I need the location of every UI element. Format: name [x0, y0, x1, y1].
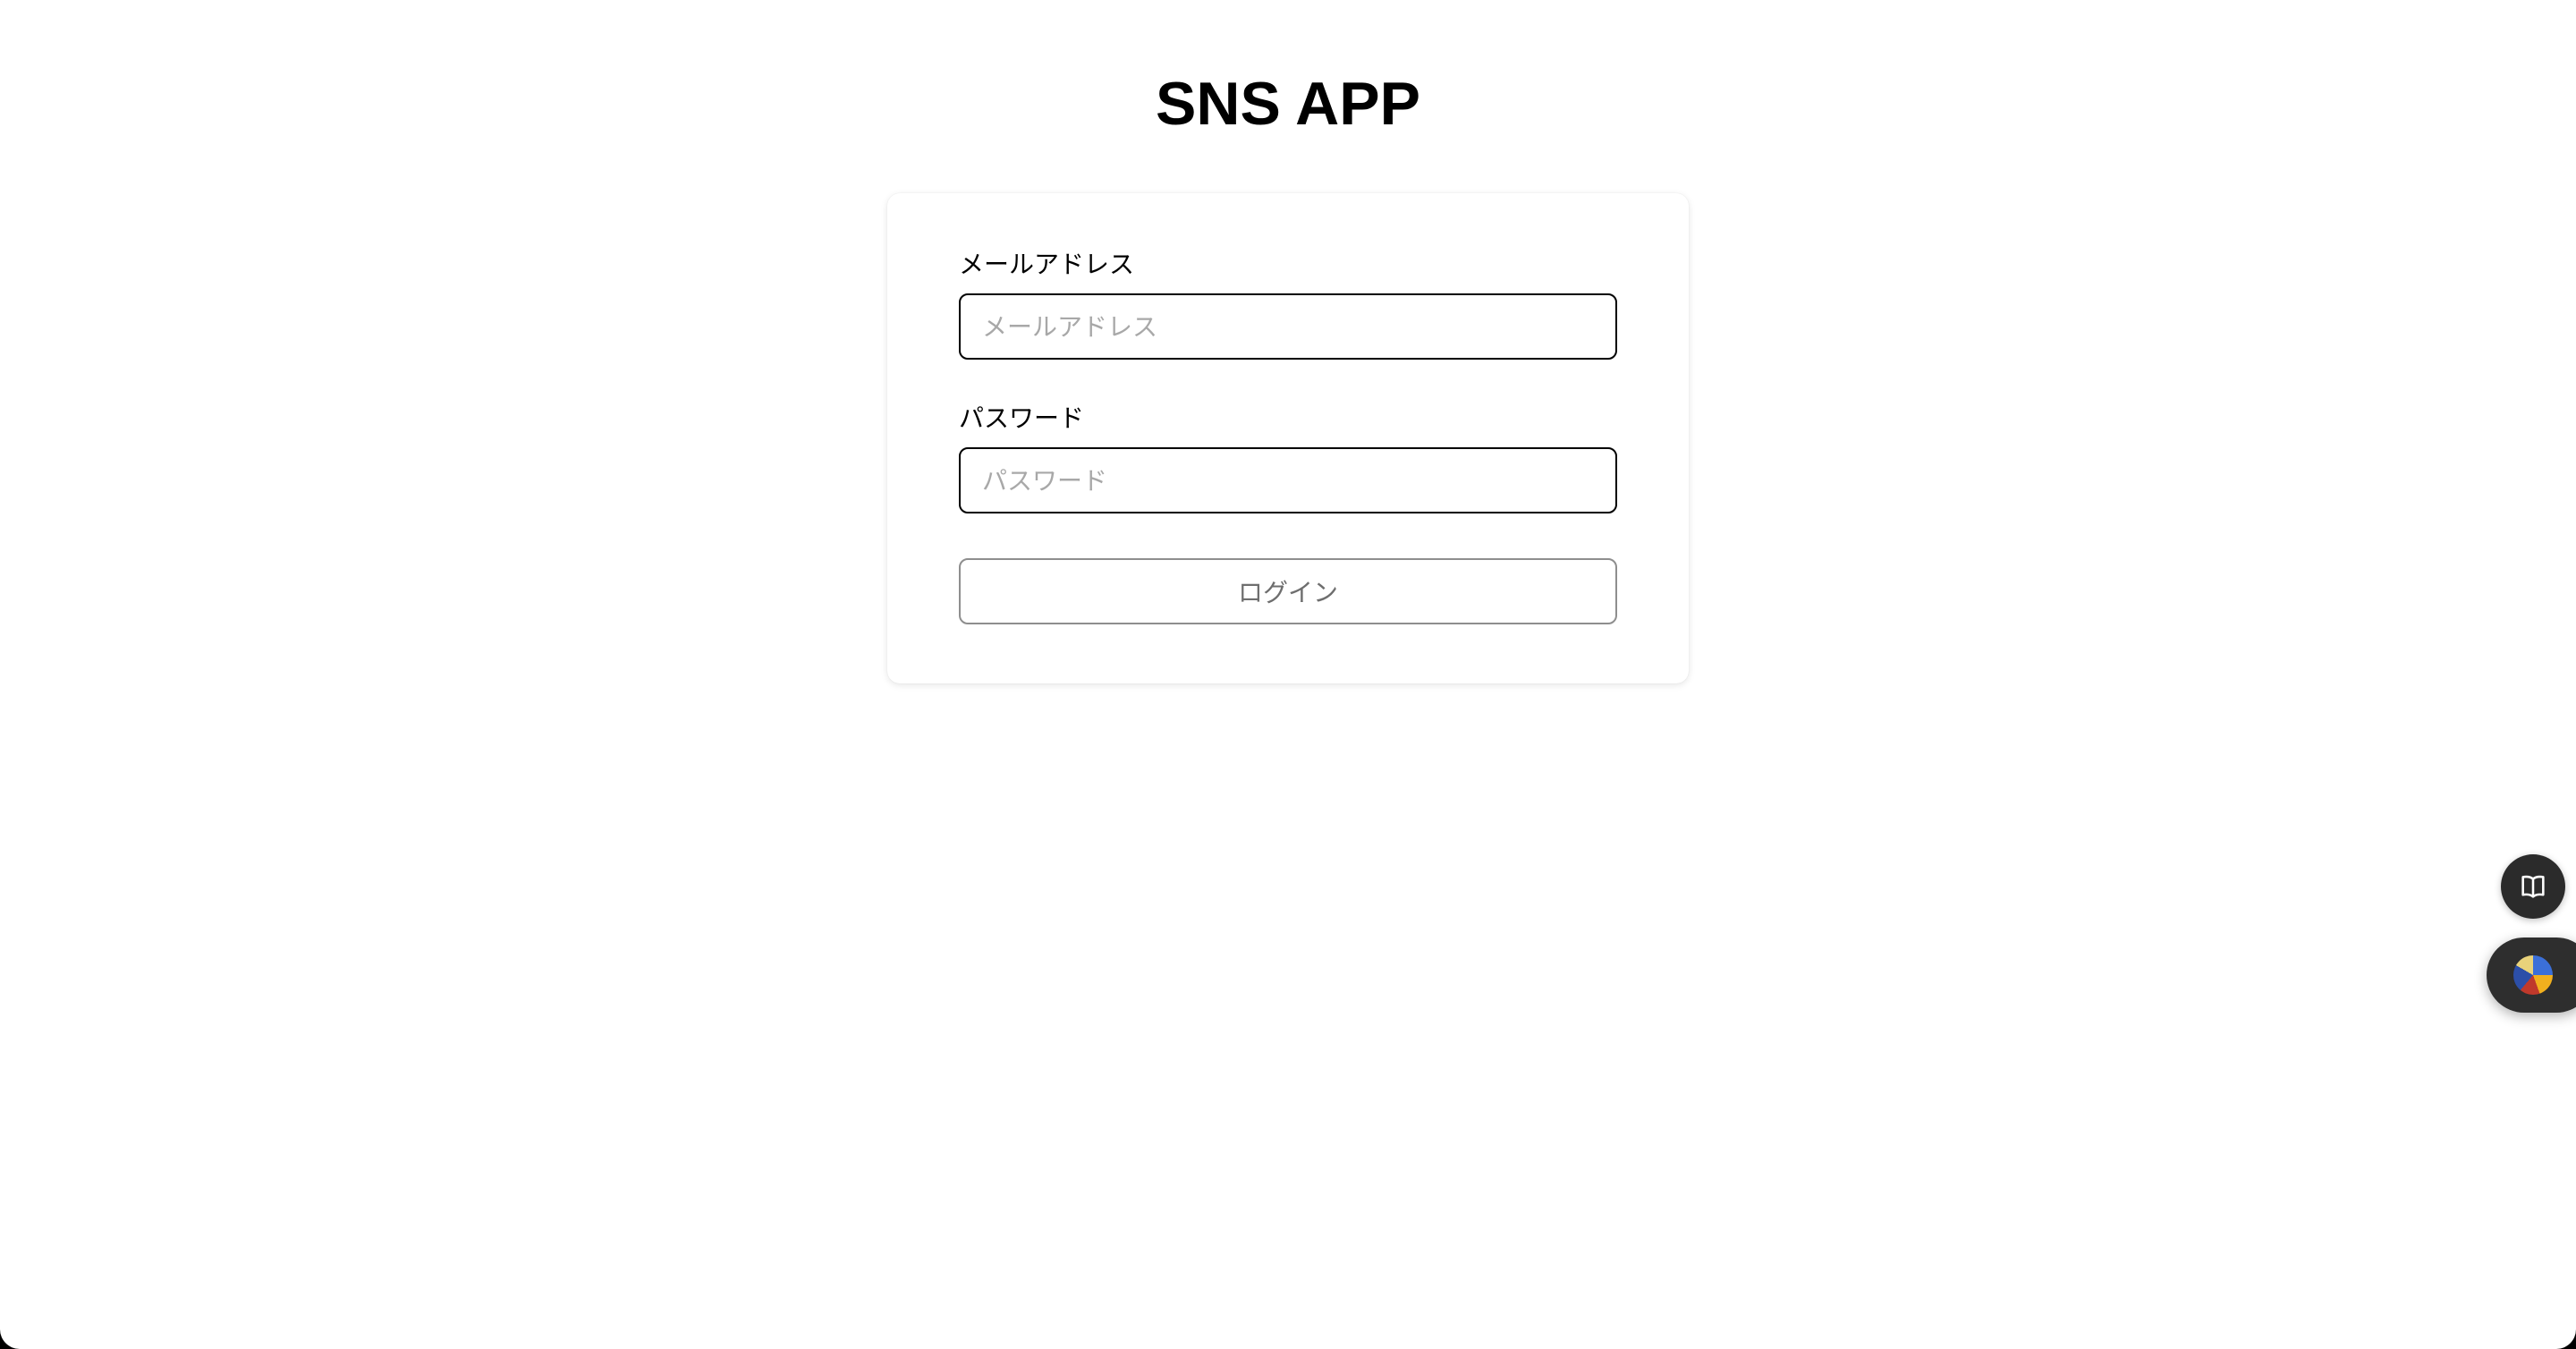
email-label: メールアドレス — [959, 250, 1135, 279]
book-open-icon — [2521, 875, 2545, 898]
login-button[interactable]: ログイン — [959, 558, 1617, 624]
app-viewport: SNS APP メールアドレス パスワード ログイン — [0, 0, 2576, 1349]
extension-button[interactable] — [2487, 938, 2576, 1013]
email-input[interactable] — [959, 293, 1617, 360]
app-title: SNS APP — [1155, 70, 1420, 138]
extension-avatar-icon — [2513, 955, 2553, 995]
reader-mode-button[interactable] — [2501, 854, 2565, 919]
login-card: メールアドレス パスワード ログイン — [887, 193, 1689, 683]
password-label: パスワード — [959, 403, 1085, 433]
password-input[interactable] — [959, 447, 1617, 513]
